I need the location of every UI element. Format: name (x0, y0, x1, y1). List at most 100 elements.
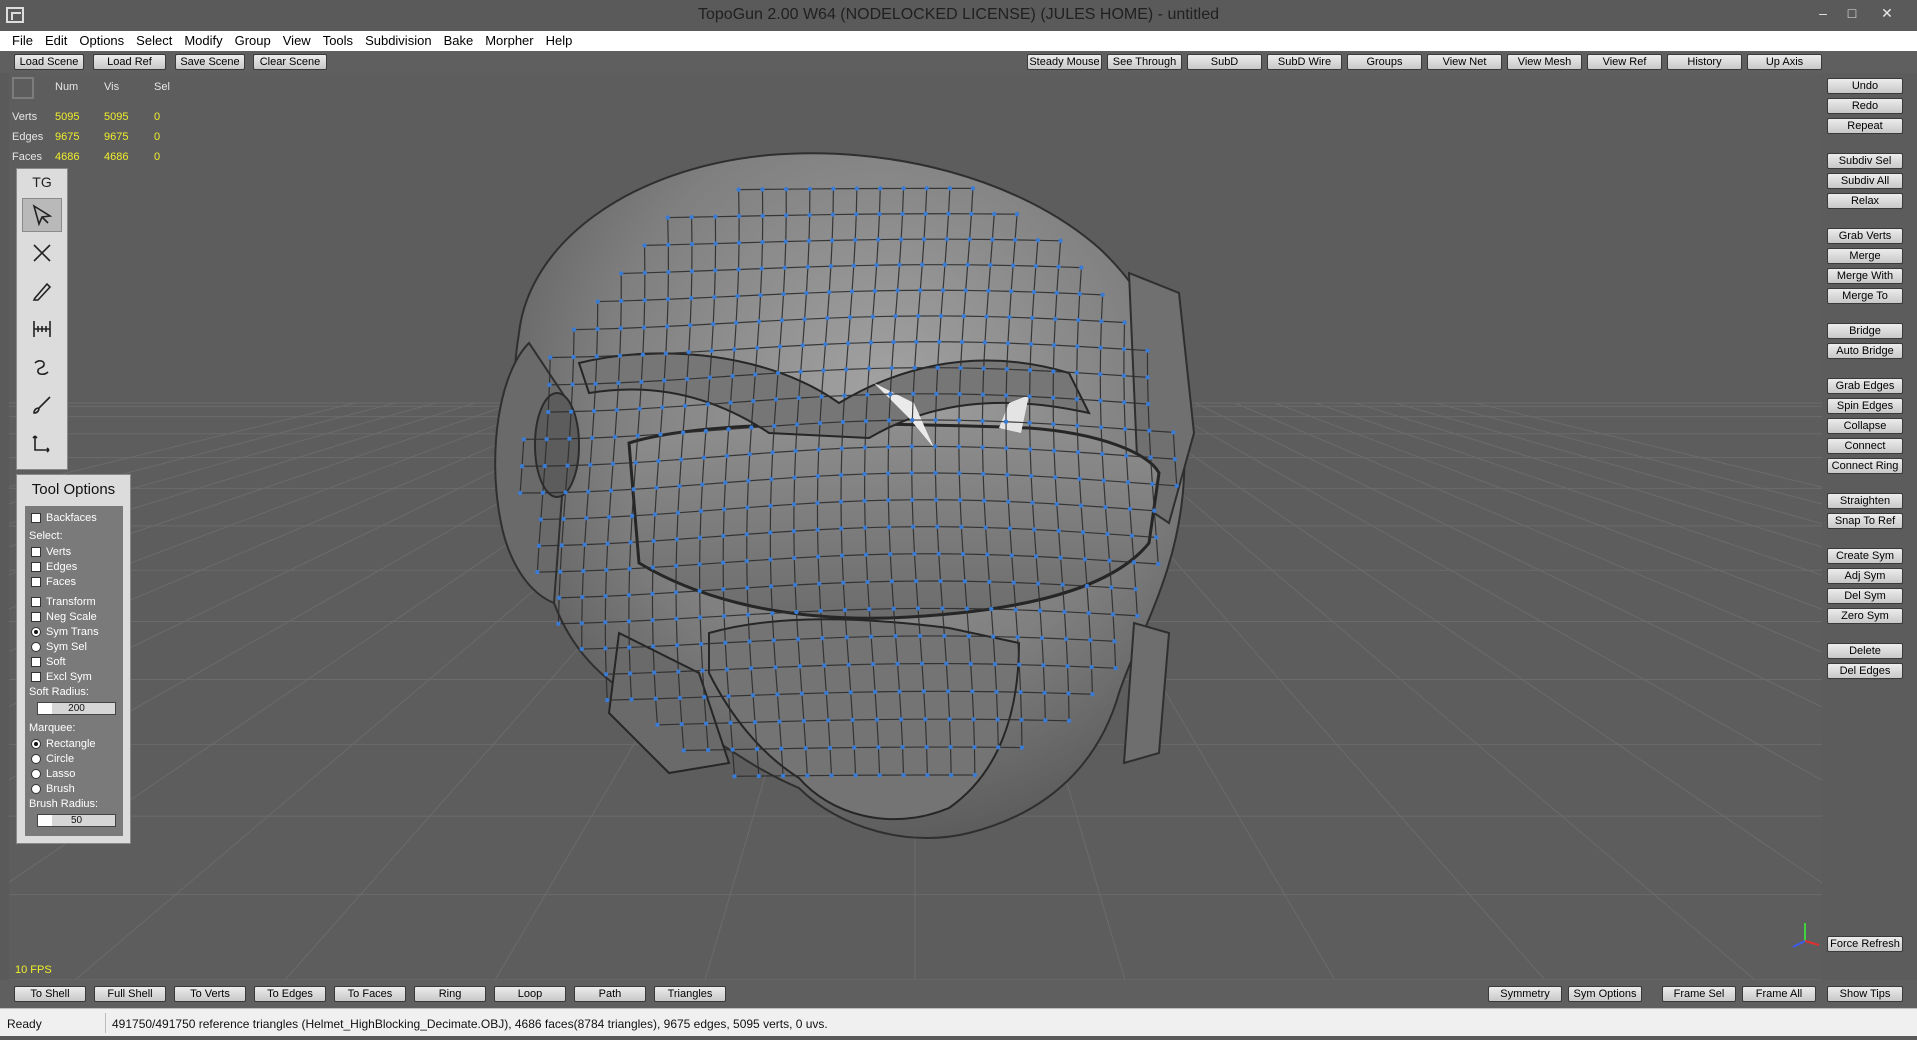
menu-file[interactable]: File (6, 31, 39, 51)
select-faces-checkbox[interactable]: Faces (31, 576, 76, 588)
menu-tools[interactable]: Tools (317, 31, 359, 51)
up-axis-button[interactable]: Up Axis (1747, 54, 1822, 70)
straighten-button[interactable]: Straighten (1827, 493, 1903, 509)
redo-button[interactable]: Redo (1827, 98, 1903, 114)
menu-edit[interactable]: Edit (39, 31, 73, 51)
soft-radius-field[interactable]: 200 (37, 702, 116, 715)
view-mesh-button[interactable]: View Mesh (1507, 54, 1582, 70)
auto-bridge-button[interactable]: Auto Bridge (1827, 343, 1903, 359)
sym-sel-radio[interactable]: Sym Sel (31, 641, 87, 653)
symmetry-button[interactable]: Symmetry (1488, 986, 1562, 1002)
view-ref-button[interactable]: View Ref (1587, 54, 1662, 70)
neg-scale-checkbox[interactable]: Neg Scale (31, 611, 97, 623)
bridge-button[interactable]: Bridge (1827, 323, 1903, 339)
menu-options[interactable]: Options (73, 31, 130, 51)
sym-options-button[interactable]: Sym Options (1568, 986, 1642, 1002)
relax-button[interactable]: Relax (1827, 193, 1903, 209)
extrude-tool-icon[interactable] (22, 426, 62, 460)
brush-tool-icon[interactable] (22, 388, 62, 422)
connect-ring-button[interactable]: Connect Ring (1827, 458, 1903, 474)
3d-viewport[interactable]: Num Vis Sel Verts 5095 5095 0 Edges 9675… (9, 73, 1822, 980)
transform-checkbox[interactable]: Transform (31, 596, 96, 608)
snap-to-ref-button[interactable]: Snap To Ref (1827, 513, 1903, 529)
marquee-lasso-radio[interactable]: Lasso (31, 768, 75, 780)
select-verts-checkbox[interactable]: Verts (31, 546, 71, 558)
connect-button[interactable]: Connect (1827, 438, 1903, 454)
brush-radius-field[interactable]: 50 (37, 814, 116, 827)
to-faces-button[interactable]: To Faces (334, 986, 406, 1002)
loop-button[interactable]: Loop (494, 986, 566, 1002)
to-verts-button[interactable]: To Verts (174, 986, 246, 1002)
menu-bake[interactable]: Bake (438, 31, 480, 51)
spin-edges-button[interactable]: Spin Edges (1827, 398, 1903, 414)
save-scene-button[interactable]: Save Scene (175, 54, 245, 70)
select-tool-icon[interactable] (22, 198, 62, 232)
menu-help[interactable]: Help (540, 31, 579, 51)
sym-trans-radio[interactable]: Sym Trans (31, 626, 99, 638)
soft-checkbox[interactable]: Soft (31, 656, 66, 668)
del-edges-button[interactable]: Del Edges (1827, 663, 1903, 679)
view-net-button[interactable]: View Net (1427, 54, 1502, 70)
show-tips-button[interactable]: Show Tips (1827, 986, 1903, 1002)
marquee-rectangle-radio[interactable]: Rectangle (31, 738, 96, 750)
create-sym-button[interactable]: Create Sym (1827, 548, 1903, 564)
delete-button[interactable]: Delete (1827, 643, 1903, 659)
grab-edges-button[interactable]: Grab Edges (1827, 378, 1903, 394)
load-ref-button[interactable]: Load Ref (93, 54, 166, 70)
del-sym-button[interactable]: Del Sym (1827, 588, 1903, 604)
minimize-button[interactable]: – (1812, 4, 1834, 22)
force-refresh-button[interactable]: Force Refresh (1827, 936, 1903, 952)
menu-group[interactable]: Group (229, 31, 277, 51)
select-edges-checkbox[interactable]: Edges (31, 561, 77, 573)
frame-sel-button[interactable]: Frame Sel (1662, 986, 1736, 1002)
repeat-button[interactable]: Repeat (1827, 118, 1903, 134)
merge-button[interactable]: Merge (1827, 248, 1903, 264)
menu-subdivision[interactable]: Subdivision (359, 31, 438, 51)
subd-wire-button[interactable]: SubD Wire (1267, 54, 1342, 70)
collapse-button[interactable]: Collapse (1827, 418, 1903, 434)
groups-button[interactable]: Groups (1347, 54, 1422, 70)
soft-radius-label: Soft Radius: (29, 686, 89, 698)
triangles-button[interactable]: Triangles (654, 986, 726, 1002)
frame-all-button[interactable]: Frame All (1742, 986, 1816, 1002)
load-scene-button[interactable]: Load Scene (14, 54, 84, 70)
to-shell-button[interactable]: To Shell (14, 986, 86, 1002)
subd-button[interactable]: SubD (1187, 54, 1262, 70)
marquee-brush-radio[interactable]: Brush (31, 783, 75, 795)
subdiv-all-button[interactable]: Subdiv All (1827, 173, 1903, 189)
palette-title: TG (32, 174, 52, 190)
stats-logo-icon (12, 77, 34, 99)
draw-tool-icon[interactable] (22, 274, 62, 308)
stats-verts-vis: 5095 (104, 111, 129, 123)
menu-view[interactable]: View (277, 31, 317, 51)
merge-to-button[interactable]: Merge To (1827, 288, 1903, 304)
menu-select[interactable]: Select (130, 31, 178, 51)
menu-modify[interactable]: Modify (178, 31, 228, 51)
menu-morpher[interactable]: Morpher (479, 31, 539, 51)
path-button[interactable]: Path (574, 986, 646, 1002)
clear-scene-button[interactable]: Clear Scene (253, 54, 327, 70)
status-ready: Ready (7, 1017, 42, 1031)
window-title: TopoGun 2.00 W64 (NODELOCKED LICENSE) (J… (697, 6, 1220, 23)
marquee-circle-radio[interactable]: Circle (31, 753, 74, 765)
status-divider (105, 1013, 106, 1033)
undo-button[interactable]: Undo (1827, 78, 1903, 94)
full-shell-button[interactable]: Full Shell (94, 986, 166, 1002)
bridge-tool-icon[interactable] (22, 312, 62, 346)
backfaces-checkbox[interactable]: Backfaces (31, 512, 97, 524)
merge-with-button[interactable]: Merge With (1827, 268, 1903, 284)
grab-verts-button[interactable]: Grab Verts (1827, 228, 1903, 244)
adj-sym-button[interactable]: Adj Sym (1827, 568, 1903, 584)
ring-button[interactable]: Ring (414, 986, 486, 1002)
subdiv-sel-button[interactable]: Subdiv Sel (1827, 153, 1903, 169)
cut-tool-icon[interactable] (22, 236, 62, 270)
excl-sym-checkbox[interactable]: Excl Sym (31, 671, 92, 683)
zero-sym-button[interactable]: Zero Sym (1827, 608, 1903, 624)
steady-mouse-button[interactable]: Steady Mouse (1027, 54, 1102, 70)
see-through-button[interactable]: See Through (1107, 54, 1182, 70)
to-edges-button[interactable]: To Edges (254, 986, 326, 1002)
close-button[interactable]: ✕ (1876, 4, 1898, 22)
history-button[interactable]: History (1667, 54, 1742, 70)
tubes-tool-icon[interactable] (22, 350, 62, 384)
maximize-button[interactable]: □ (1841, 4, 1863, 22)
